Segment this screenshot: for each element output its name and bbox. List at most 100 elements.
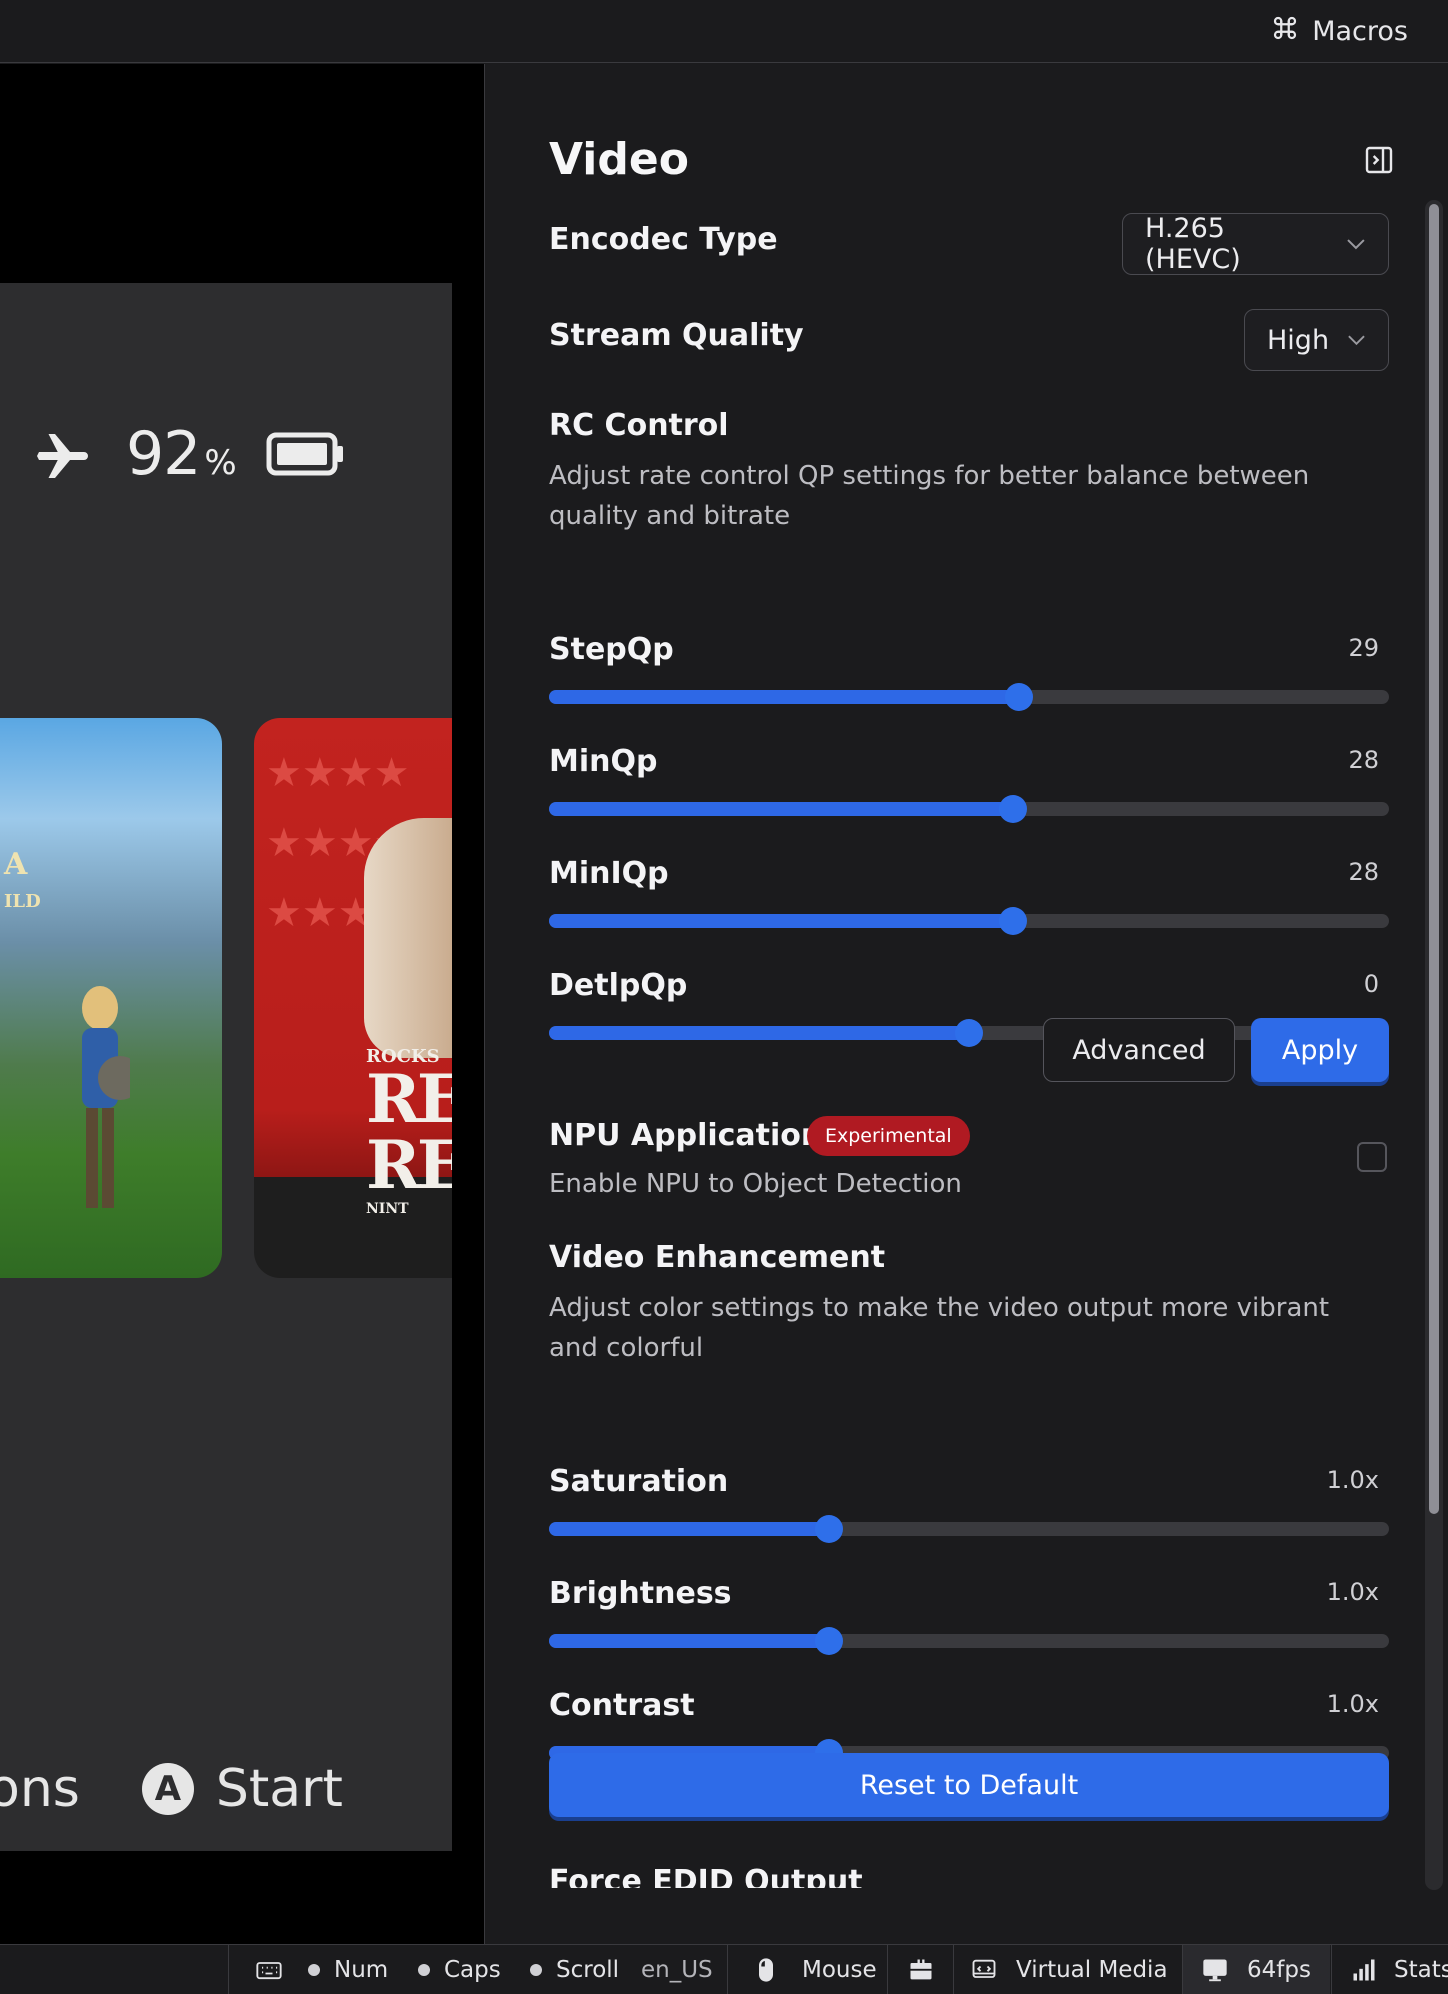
lock-button[interactable] bbox=[887, 1945, 953, 1994]
slider-thumb[interactable] bbox=[1005, 683, 1034, 711]
game-art-character bbox=[364, 818, 452, 1058]
battery-icon bbox=[266, 432, 343, 476]
scroll-lock-indicator: Scroll bbox=[530, 1945, 619, 1994]
video-stream[interactable]: 92% A ILD ★★★★★★★★★★★★ ROCKS RE RE NINT … bbox=[0, 64, 484, 1944]
game-card-title: ROCKS RE REI NINT bbox=[366, 1046, 452, 1217]
macros-button[interactable]: Macros bbox=[1270, 12, 1408, 50]
scroll-lock-dot bbox=[530, 1964, 542, 1976]
slider-fill bbox=[549, 690, 1020, 704]
encodec-type-select[interactable]: H.265 (HEVC) bbox=[1122, 213, 1389, 275]
encodec-type-label: Encodec Type bbox=[549, 222, 778, 257]
rc-control-label: RC Control bbox=[549, 408, 729, 443]
virtual-media-button[interactable]: Virtual Media bbox=[953, 1945, 1168, 1994]
caps-lock-label: Caps bbox=[444, 1957, 501, 1983]
slider-label: MinIQp bbox=[549, 856, 669, 891]
scroll-lock-label: Scroll bbox=[556, 1957, 620, 1983]
slider-label: StepQp bbox=[549, 632, 674, 667]
keyboard-icon bbox=[256, 1962, 282, 1980]
chevron-down-icon bbox=[1347, 239, 1365, 250]
chevron-down-icon bbox=[1348, 335, 1365, 346]
slider-fill bbox=[549, 802, 1013, 816]
slider-fill bbox=[549, 914, 1013, 928]
briefcase-icon bbox=[910, 1959, 931, 1980]
console-button-hints: ons A Start bbox=[0, 1759, 343, 1819]
airplane-icon bbox=[37, 434, 88, 478]
game-card-title: A ILD bbox=[4, 847, 41, 912]
monitor-icon bbox=[1203, 1959, 1227, 1982]
slider-track[interactable] bbox=[549, 683, 1389, 711]
fps-indicator[interactable]: 64fps bbox=[1182, 1945, 1330, 1994]
virtual-media-label: Virtual Media bbox=[1016, 1957, 1168, 1983]
advanced-button[interactable]: Advanced bbox=[1043, 1018, 1235, 1082]
slider-fill bbox=[549, 1026, 969, 1040]
slider-track[interactable] bbox=[549, 1627, 1389, 1655]
slider-track[interactable] bbox=[549, 907, 1389, 935]
slider-value: 28 bbox=[1348, 858, 1379, 886]
slider-label: Saturation bbox=[549, 1464, 729, 1499]
num-lock-indicator: Num bbox=[308, 1945, 388, 1994]
slider-thumb[interactable] bbox=[998, 907, 1027, 935]
slider-fill bbox=[549, 1522, 829, 1536]
slider-thumb[interactable] bbox=[814, 1515, 843, 1543]
rc-control-description: Adjust rate control QP settings for bett… bbox=[549, 461, 1310, 531]
stats-label: Stats bbox=[1394, 1957, 1448, 1983]
command-icon bbox=[1270, 13, 1300, 50]
caps-lock-dot bbox=[418, 1964, 430, 1976]
slider-value: 1.0x bbox=[1326, 1466, 1379, 1494]
slider-label: MinQp bbox=[549, 744, 658, 779]
signal-bars-icon bbox=[1353, 1959, 1375, 1981]
npu-description: Enable NPU to Object Detection bbox=[549, 1169, 962, 1199]
locale-label: en_US bbox=[641, 1957, 713, 1983]
slider-thumb[interactable] bbox=[814, 1627, 843, 1655]
apply-button[interactable]: Apply bbox=[1251, 1018, 1389, 1082]
slider-fill bbox=[549, 1634, 829, 1648]
reset-to-default-button[interactable]: Reset to Default bbox=[549, 1753, 1389, 1817]
encodec-type-value: H.265 (HEVC) bbox=[1145, 213, 1241, 275]
hint-options: ons bbox=[0, 1759, 80, 1819]
mouse-icon bbox=[759, 1958, 773, 1982]
fps-label: 64fps bbox=[1247, 1957, 1311, 1983]
slider-label: Contrast bbox=[549, 1688, 695, 1723]
num-lock-label: Num bbox=[334, 1957, 389, 1983]
macros-label: Macros bbox=[1312, 15, 1408, 47]
mouse-label: Mouse bbox=[802, 1957, 877, 1983]
remote-screen: 92% A ILD ★★★★★★★★★★★★ ROCKS RE RE NINT … bbox=[0, 283, 452, 1851]
collapse-panel-icon[interactable] bbox=[1363, 144, 1395, 176]
stream-quality-select[interactable]: High bbox=[1244, 309, 1389, 371]
slider-thumb[interactable] bbox=[998, 795, 1027, 823]
slider-value: 29 bbox=[1348, 634, 1379, 662]
panel-scrollbar-thumb[interactable] bbox=[1429, 204, 1439, 1514]
force-edid-output-label: Force EDID Output bbox=[549, 1864, 863, 1888]
keyboard-status bbox=[228, 1945, 283, 1994]
stream-quality-value: High bbox=[1267, 324, 1330, 356]
top-bar: Macros bbox=[0, 0, 1448, 63]
game-card-rdr[interactable]: ★★★★★★★★★★★★ ROCKS RE REI NINT bbox=[254, 718, 452, 1278]
slider-thumb[interactable] bbox=[955, 1019, 983, 1047]
caps-lock-indicator: Caps bbox=[418, 1945, 501, 1994]
game-card-zelda[interactable]: A ILD bbox=[0, 718, 222, 1278]
slider-value: 1.0x bbox=[1326, 1690, 1379, 1718]
slider-track[interactable] bbox=[549, 1515, 1389, 1543]
status-bar: Num Caps Scroll en_US Mouse Virtual Medi… bbox=[0, 1944, 1448, 1994]
slider-label: Brightness bbox=[549, 1576, 732, 1611]
console-status-row: 92% bbox=[34, 419, 346, 489]
panel-title: Video bbox=[549, 134, 689, 185]
stream-quality-label: Stream Quality bbox=[549, 318, 804, 353]
stats-button[interactable]: Stats bbox=[1331, 1945, 1448, 1994]
slider-value: 28 bbox=[1348, 746, 1379, 774]
battery-percent: 92% bbox=[126, 419, 237, 489]
video-enhancement-description: Adjust color settings to make the video … bbox=[549, 1293, 1330, 1363]
slider-value: 1.0x bbox=[1326, 1578, 1379, 1606]
slider-track[interactable] bbox=[549, 795, 1389, 823]
video-settings-panel: Video Encodec Type H.265 (HEVC) Stream Q… bbox=[485, 64, 1448, 1944]
mouse-button[interactable]: Mouse bbox=[727, 1945, 877, 1994]
num-lock-dot bbox=[308, 1964, 320, 1976]
locale-indicator: en_US bbox=[641, 1945, 713, 1994]
npu-application-label: NPU Application bbox=[549, 1118, 823, 1153]
virtual-media-icon bbox=[972, 1959, 996, 1978]
game-art-figure bbox=[82, 986, 130, 1208]
slider-value: 0 bbox=[1363, 970, 1379, 998]
video-enhancement-label: Video Enhancement bbox=[549, 1240, 886, 1275]
slider-label: DetlpQp bbox=[549, 968, 688, 1003]
hint-start: Start bbox=[215, 1759, 343, 1819]
